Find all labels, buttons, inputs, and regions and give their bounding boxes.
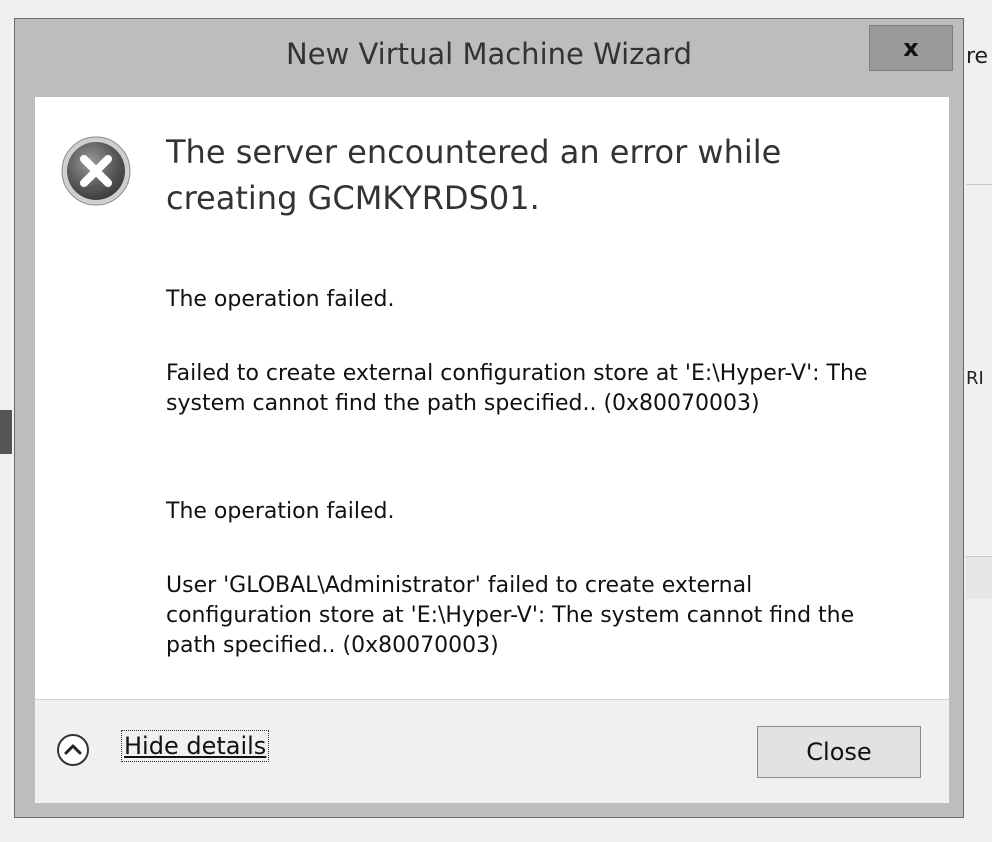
background-divider [966, 184, 992, 185]
new-vm-wizard-dialog: New Virtual Machine Wizard x The server … [14, 18, 964, 818]
title-bar: New Virtual Machine Wizard x [15, 19, 963, 95]
background-window-text: RI [966, 368, 984, 389]
close-window-button[interactable]: x [869, 25, 953, 71]
background-scroll-marker [0, 410, 12, 454]
error-message: The operation failed. [166, 499, 395, 524]
error-message: User 'GLOBAL\Administrator' failed to cr… [166, 573, 855, 658]
close-button[interactable]: Close [757, 726, 921, 778]
error-message: Failed to create external configuration … [166, 361, 868, 416]
hide-details-link[interactable]: Hide details [121, 730, 270, 762]
dialog-footer: Hide details Close [35, 699, 949, 803]
error-content-pane: The server encountered an error while cr… [35, 97, 949, 699]
background-divider [966, 556, 992, 599]
dialog-title: New Virtual Machine Wizard [286, 37, 692, 71]
error-heading: The server encountered an error while cr… [166, 133, 782, 217]
background-window-text: re [966, 44, 989, 69]
chevron-up-icon[interactable] [57, 734, 89, 766]
error-x-icon [60, 135, 132, 207]
error-message: The operation failed. [166, 287, 395, 312]
